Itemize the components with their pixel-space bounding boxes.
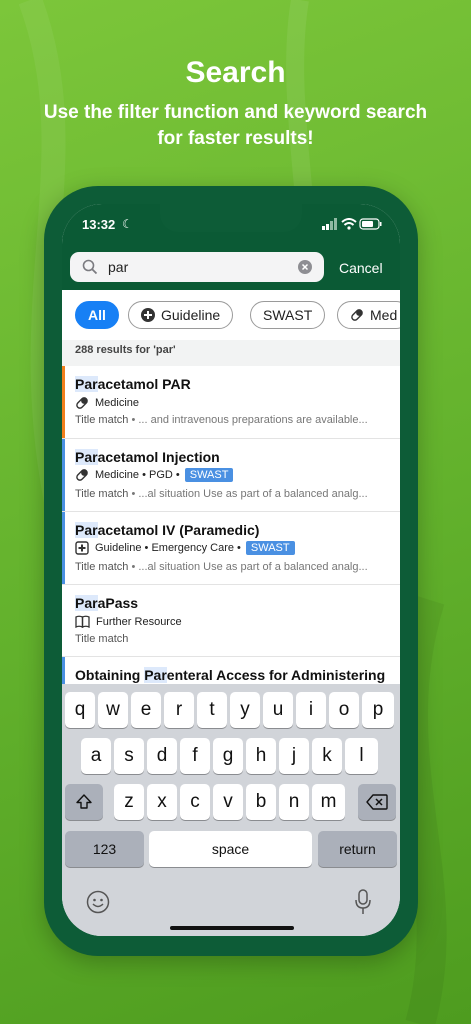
key-u[interactable]: u [263,692,293,728]
key-j[interactable]: j [279,738,309,774]
key-i[interactable]: i [296,692,326,728]
key-d[interactable]: d [147,738,177,774]
filter-chip-label: Med [370,307,398,323]
key-y[interactable]: y [230,692,260,728]
key-k[interactable]: k [312,738,342,774]
search-box[interactable] [70,252,324,282]
key-q[interactable]: q [65,692,95,728]
pill-icon [350,308,364,322]
key-g[interactable]: g [213,738,243,774]
key-h[interactable]: h [246,738,276,774]
filter-chip-all[interactable]: All [75,301,119,329]
key-v[interactable]: v [213,784,243,820]
microphone-icon[interactable] [354,889,372,915]
key-n[interactable]: n [279,784,309,820]
numbers-key[interactable]: 123 [65,831,144,867]
plus-square-icon [75,541,89,555]
filter-chip-swast[interactable]: SWAST [250,301,326,329]
result-title: Paracetamol Injection [75,449,220,465]
key-x[interactable]: x [147,784,177,820]
status-icons [322,218,382,230]
key-s[interactable]: s [114,738,144,774]
keyboard: q w e r t y u i o p a s d f g h j k l z … [62,684,400,936]
promo-title: Search [185,56,286,89]
result-match: Title match • ...al situation Use as par… [75,488,368,500]
result-row[interactable]: Paracetamol Injection Medicine • PGD • S… [62,439,400,512]
status-time: 13:32 [82,217,116,232]
result-meta: Further Resource [75,615,182,628]
category-bar [62,366,65,438]
result-match: Title match • ...al situation Use as par… [75,561,368,573]
delete-key[interactable] [358,784,396,820]
emoji-icon[interactable] [86,890,110,914]
category-bar [62,512,65,584]
swast-tag: SWAST [184,468,234,482]
return-key[interactable]: return [318,831,397,867]
clear-search-icon[interactable] [298,260,312,274]
key-p[interactable]: p [362,692,394,728]
result-meta: Guideline • Emergency Care • SWAST [75,541,295,555]
key-c[interactable]: c [180,784,210,820]
result-title: ParaPass [75,595,139,611]
battery-icon [359,218,382,230]
result-title: Paracetamol PAR [75,376,191,392]
home-indicator [170,926,294,930]
filter-chip-medicine[interactable]: Med [337,301,400,329]
phone-screen: 13:32 ☾ Cancel [62,204,400,936]
shift-key[interactable] [65,784,103,820]
key-l[interactable]: l [345,738,378,774]
shift-icon [76,794,92,809]
key-r[interactable]: r [164,692,194,728]
search-icon [82,259,98,275]
cancel-button[interactable]: Cancel [339,260,383,276]
result-match: Title match [75,633,129,645]
result-title: Obtaining Parenteral Access for Administ… [75,667,386,683]
book-icon [75,615,90,628]
result-title: Paracetamol IV (Paramedic) [75,522,260,538]
filter-chip-label: SWAST [263,307,313,323]
backspace-icon [366,794,388,810]
result-row[interactable]: Paracetamol IV (Paramedic) Guideline • E… [62,512,400,585]
filter-chips: All Guideline SWAST Med [62,290,400,340]
key-t[interactable]: t [197,692,227,728]
notch [160,204,302,232]
swast-tag: SWAST [245,541,295,555]
results-count: 288 results for 'par' [75,344,176,356]
result-row[interactable]: ParaPass Further Resource Title match [62,585,400,657]
key-o[interactable]: o [329,692,359,728]
filter-chip-label: Guideline [161,307,221,323]
pill-icon [75,396,89,410]
key-e[interactable]: e [131,692,161,728]
pill-icon [75,468,89,482]
key-b[interactable]: b [246,784,276,820]
promo-subtitle: Use the filter function and keyword sear… [43,102,428,149]
filter-chip-label: All [88,307,106,323]
category-bar [62,439,65,511]
key-m[interactable]: m [312,784,345,820]
filter-chip-guideline[interactable]: Guideline [128,301,234,329]
key-a[interactable]: a [81,738,111,774]
space-key[interactable]: space [149,831,312,867]
result-row[interactable]: Paracetamol PAR Medicine Title match • .… [62,366,400,439]
key-w[interactable]: w [98,692,128,728]
key-f[interactable]: f [180,738,210,774]
moon-icon: ☾ [122,217,133,231]
result-meta: Medicine [75,396,139,410]
wifi-icon [341,218,357,230]
search-input[interactable] [108,257,288,277]
key-z[interactable]: z [114,784,144,820]
signal-icon [322,218,337,230]
result-meta: Medicine • PGD • SWAST [75,468,234,482]
plus-circle-icon [141,308,155,322]
result-match: Title match • ... and intravenous prepar… [75,414,368,426]
